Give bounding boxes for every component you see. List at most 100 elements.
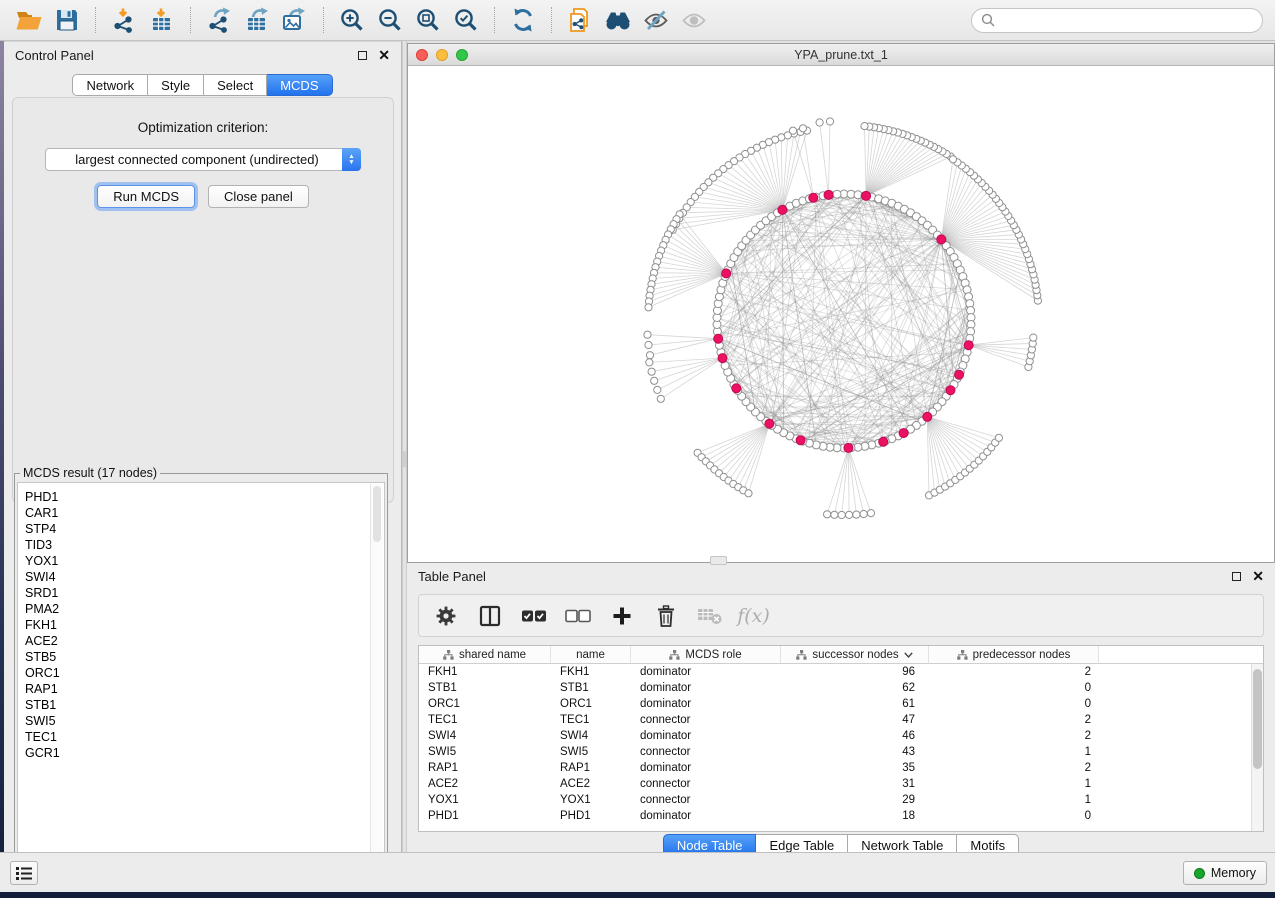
float-panel-icon[interactable] [358, 51, 367, 60]
close-table-panel-icon[interactable]: ✕ [1252, 571, 1264, 581]
network-graph[interactable] [408, 66, 1274, 562]
tab-style[interactable]: Style [148, 74, 204, 96]
network-window: YPA_prune.txt_1 [407, 43, 1275, 563]
control-panel-header: Control Panel ✕ [4, 42, 401, 68]
delete-row-icon[interactable] [652, 602, 679, 629]
status-menu-button[interactable] [10, 861, 38, 885]
cell-filler [1099, 744, 1263, 760]
mcds-result-item[interactable]: SWI4 [25, 569, 384, 585]
table-row[interactable]: YOX1YOX1connector291 [419, 792, 1263, 808]
mcds-result-item[interactable]: ORC1 [25, 665, 384, 681]
close-panel-icon[interactable]: ✕ [378, 50, 390, 60]
network-window-titlebar[interactable]: YPA_prune.txt_1 [408, 44, 1274, 66]
column-header-mcds-role[interactable]: MCDS role [631, 646, 781, 664]
mcds-result-item[interactable]: TID3 [25, 537, 384, 553]
zoom-out-icon[interactable] [373, 5, 407, 35]
window-close-icon[interactable] [416, 49, 428, 61]
cell-mcds_role: connector [631, 712, 781, 728]
columns-icon[interactable] [476, 602, 503, 629]
table-row[interactable]: ORC1ORC1dominator610 [419, 696, 1263, 712]
mcds-result-item[interactable]: CAR1 [25, 505, 384, 521]
column-header-successor-nodes[interactable]: successor nodes [781, 646, 929, 664]
add-row-icon[interactable] [608, 602, 635, 629]
share-document-icon[interactable] [563, 5, 597, 35]
table-row[interactable]: RAP1RAP1dominator352 [419, 760, 1263, 776]
column-header-predecessor-nodes[interactable]: predecessor nodes [929, 646, 1099, 664]
memory-button[interactable]: Memory [1183, 861, 1267, 885]
run-mcds-button[interactable]: Run MCDS [97, 185, 195, 208]
settings-icon[interactable] [432, 602, 459, 629]
cell-filler [1099, 712, 1263, 728]
mcds-result-item[interactable]: YOX1 [25, 553, 384, 569]
table-row[interactable]: TEC1TEC1connector472 [419, 712, 1263, 728]
cell-name: PHD1 [551, 808, 631, 824]
search-input[interactable] [1001, 13, 1253, 27]
cell-mcds_role: connector [631, 744, 781, 760]
import-table-icon[interactable] [145, 5, 179, 35]
toolbar-separator [494, 7, 495, 33]
table-scrollbar[interactable] [1251, 664, 1263, 831]
table-row[interactable]: PHD1PHD1dominator180 [419, 808, 1263, 824]
float-table-panel-icon[interactable] [1232, 572, 1241, 581]
horizontal-split-handle[interactable] [710, 556, 727, 565]
close-panel-button[interactable]: Close panel [208, 185, 309, 208]
mcds-result-item[interactable]: GCR1 [25, 745, 384, 761]
shared-column-icon [443, 650, 454, 660]
mcds-result-item[interactable]: RAP1 [25, 681, 384, 697]
mcds-result-item[interactable]: FKH1 [25, 617, 384, 633]
vertical-split-handle[interactable] [403, 451, 406, 467]
column-header-shared-name[interactable]: shared name [419, 646, 551, 664]
zoom-in-icon[interactable] [335, 5, 369, 35]
hide-selected-icon[interactable] [639, 5, 673, 35]
cell-mcds_role: dominator [631, 808, 781, 824]
cell-mcds_role: dominator [631, 760, 781, 776]
zoom-selected-icon[interactable] [449, 5, 483, 35]
mcds-result-item[interactable]: PMA2 [25, 601, 384, 617]
select-stepper-icon: ▲▼ [342, 148, 361, 171]
table-row[interactable]: SWI4SWI4dominator462 [419, 728, 1263, 744]
mcds-result-item[interactable]: STB5 [25, 649, 384, 665]
memory-label: Memory [1211, 866, 1256, 880]
open-session-icon[interactable] [12, 5, 46, 35]
cell-predecessor_nodes: 2 [929, 728, 1099, 744]
cell-filler [1099, 760, 1263, 776]
zoom-fit-icon[interactable] [411, 5, 445, 35]
mcds-result-item[interactable]: TEC1 [25, 729, 384, 745]
tab-mcds[interactable]: MCDS [267, 74, 332, 96]
mcds-result-item[interactable]: SRD1 [25, 585, 384, 601]
table-row[interactable]: SWI5SWI5connector431 [419, 744, 1263, 760]
refresh-layout-icon[interactable] [506, 5, 540, 35]
window-maximize-icon[interactable] [456, 49, 468, 61]
save-session-icon[interactable] [50, 5, 84, 35]
deselect-all-icon[interactable] [564, 602, 591, 629]
tab-network[interactable]: Network [72, 74, 148, 96]
window-minimize-icon[interactable] [436, 49, 448, 61]
export-network-icon[interactable] [202, 5, 236, 35]
toolbar-separator [190, 7, 191, 33]
cell-successor_nodes: 47 [781, 712, 929, 728]
search-box[interactable] [971, 8, 1263, 33]
export-image-icon[interactable] [278, 5, 312, 35]
tab-select[interactable]: Select [204, 74, 267, 96]
table-row[interactable]: ACE2ACE2connector311 [419, 776, 1263, 792]
mcds-result-item[interactable]: STP4 [25, 521, 384, 537]
toolbar-separator [95, 7, 96, 33]
search-network-icon[interactable] [601, 5, 635, 35]
mcds-list-scrollbar[interactable] [370, 484, 383, 875]
network-canvas[interactable] [408, 66, 1274, 562]
criterion-select[interactable]: largest connected component (undirected)… [45, 148, 361, 171]
mcds-result-item[interactable]: STB1 [25, 697, 384, 713]
select-all-icon[interactable] [520, 602, 547, 629]
import-network-icon[interactable] [107, 5, 141, 35]
mcds-result-list[interactable]: PHD1CAR1STP4TID3YOX1SWI4SRD1PMA2FKH1ACE2… [17, 482, 385, 877]
mcds-result-item[interactable]: PHD1 [25, 489, 384, 505]
column-header-name[interactable]: name [551, 646, 631, 664]
export-table-icon[interactable] [240, 5, 274, 35]
mcds-result-item[interactable]: ACE2 [25, 633, 384, 649]
table-row[interactable]: FKH1FKH1dominator962 [419, 664, 1263, 680]
cell-shared_name: PHD1 [419, 808, 551, 824]
mcds-result-item[interactable]: SWI5 [25, 713, 384, 729]
sort-descending-icon [904, 652, 913, 658]
criterion-selected-value: largest connected component (undirected) [46, 152, 342, 167]
table-row[interactable]: STB1STB1dominator620 [419, 680, 1263, 696]
